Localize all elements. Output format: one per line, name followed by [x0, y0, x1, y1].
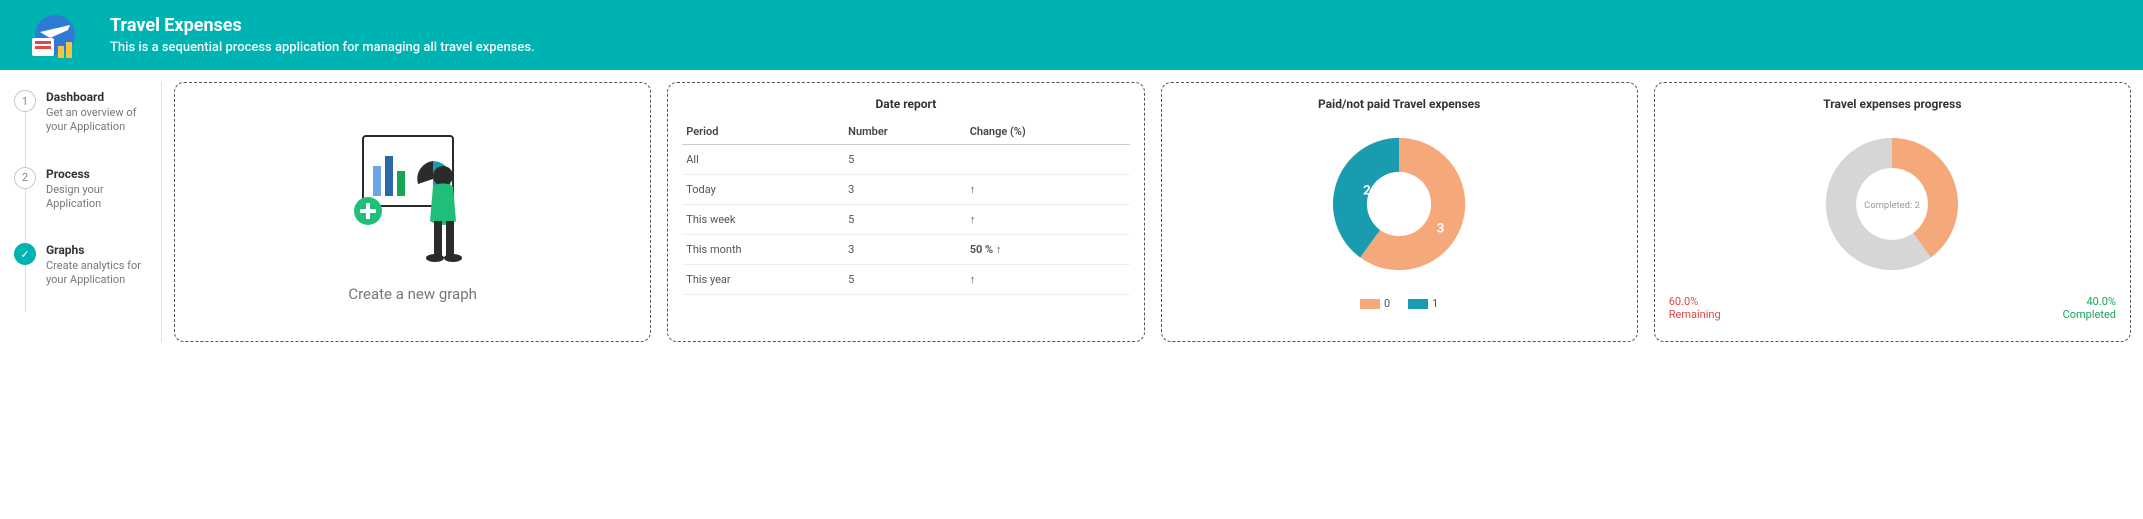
table-row: All5 [682, 145, 1129, 175]
svg-text:3: 3 [1437, 221, 1445, 236]
step-process[interactable]: 2 Process Design your Application [14, 167, 157, 212]
col-period: Period [682, 119, 844, 145]
step-desc: Get an overview of your Application [46, 106, 157, 135]
app-logo [20, 10, 90, 60]
step-desc: Create analytics for your Application [46, 259, 157, 288]
steps-sidebar: 1 Dashboard Get an overview of your Appl… [12, 82, 162, 342]
page-title: Travel Expenses [110, 15, 535, 36]
step-dashboard[interactable]: 1 Dashboard Get an overview of your Appl… [14, 90, 157, 135]
paid-donut-chart: 3 2 [1314, 119, 1484, 289]
step-number: 2 [14, 167, 36, 189]
svg-text:2: 2 [1363, 184, 1371, 199]
step-title: Graphs [46, 243, 157, 257]
svg-text:Completed: 2: Completed: 2 [1865, 200, 1921, 211]
table-row: This year5↑ [682, 265, 1129, 295]
card-title: Paid/not paid Travel expenses [1176, 97, 1623, 111]
date-report-card: Date report Period Number Change (%) All… [667, 82, 1144, 342]
card-title: Date report [682, 97, 1129, 111]
progress-donut-chart: Completed: 2 [1807, 119, 1977, 289]
remaining-label: 60.0% Remaining [1669, 295, 1721, 321]
date-report-table: Period Number Change (%) All5Today3↑This… [682, 119, 1129, 295]
page-subtitle: This is a sequential process application… [110, 40, 535, 55]
step-title: Dashboard [46, 90, 157, 104]
step-title: Process [46, 167, 157, 181]
col-change: Change (%) [966, 119, 1130, 145]
completed-label: 40.0% Completed [2063, 295, 2116, 321]
check-icon: ✓ [14, 243, 36, 265]
app-header: Travel Expenses This is a sequential pro… [0, 0, 2143, 70]
paid-chart-card: Paid/not paid Travel expenses 3 2 0 1 [1161, 82, 1638, 342]
table-row: This week5↑ [682, 205, 1129, 235]
create-graph-label: Create a new graph [348, 285, 477, 303]
card-title: Travel expenses progress [1669, 97, 2116, 111]
create-graph-illustration [338, 121, 488, 271]
step-number: 1 [14, 90, 36, 112]
paid-legend: 0 1 [1360, 297, 1438, 310]
step-graphs[interactable]: ✓ Graphs Create analytics for your Appli… [14, 243, 157, 288]
legend-item: 0 [1384, 297, 1390, 310]
table-row: This month350 % ↑ [682, 235, 1129, 265]
col-number: Number [844, 119, 966, 145]
legend-item: 1 [1432, 297, 1438, 310]
step-desc: Design your Application [46, 183, 157, 212]
create-graph-card[interactable]: Create a new graph [174, 82, 651, 342]
table-row: Today3↑ [682, 175, 1129, 205]
progress-chart-card: Travel expenses progress Completed: 2 60… [1654, 82, 2131, 342]
